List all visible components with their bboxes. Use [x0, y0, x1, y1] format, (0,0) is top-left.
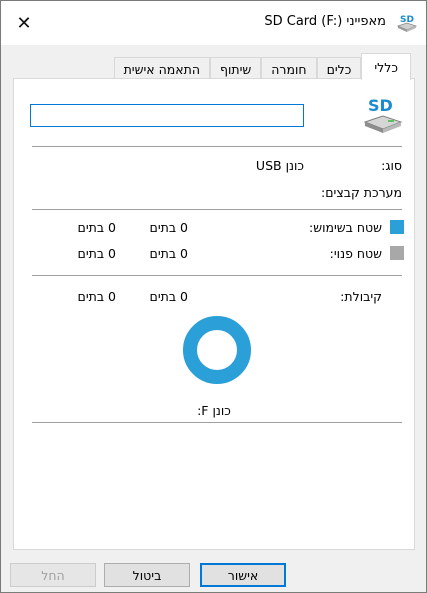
close-icon: ✕ — [16, 12, 32, 34]
apply-button[interactable]: החל — [10, 563, 96, 587]
tab-sharing[interactable]: שיתוף — [209, 57, 262, 80]
tab-tools-label: כלים — [326, 61, 352, 77]
used-space-label: שטח בשימוש: — [309, 220, 382, 235]
tab-general[interactable]: כללי — [361, 53, 411, 80]
capacity-label: קיבולת: — [340, 289, 382, 304]
used-space-bytes: 0 בתים — [149, 220, 188, 235]
general-panel: SD סוג: כונן USB מערכת קבצים: שטח בשימוש… — [13, 78, 415, 550]
window-title: מאפייני SD Card (F:) — [264, 14, 386, 29]
usage-donut-ring — [183, 316, 251, 384]
properties-window: ✕ מאפייני SD Card (F:) SD כללי כלים חומר… — [0, 0, 427, 593]
title-bar: ✕ מאפייני SD Card (F:) SD — [1, 1, 426, 45]
close-button[interactable]: ✕ — [1, 1, 47, 45]
free-space-label: שטח פנוי: — [329, 246, 382, 261]
tab-strip: כללי כלים חומרה שיתוף התאמה אישית — [91, 53, 411, 80]
capacity-bytes: 0 בתים — [149, 289, 188, 304]
filesystem-label: מערכת קבצים: — [321, 185, 402, 200]
tab-customize-label: התאמה אישית — [123, 61, 200, 77]
drive-label: כונן F: — [197, 403, 231, 418]
free-space-swatch — [390, 246, 404, 260]
type-value: כונן USB — [255, 158, 304, 173]
used-space-swatch — [390, 220, 404, 234]
usage-donut-chart — [183, 316, 251, 384]
tab-sharing-label: שיתוף — [219, 61, 252, 77]
type-label: סוג: — [381, 158, 402, 173]
separator — [32, 209, 402, 210]
capacity-size: 0 בתים — [77, 289, 116, 304]
free-space-size: 0 בתים — [77, 246, 116, 261]
ok-button[interactable]: אישור — [200, 563, 286, 587]
sd-card-icon: SD — [396, 15, 418, 32]
separator — [32, 275, 402, 276]
sd-card-icon: SD — [363, 96, 403, 133]
svg-text:SD: SD — [368, 96, 393, 115]
tab-hardware[interactable]: חומרה — [261, 57, 317, 80]
cancel-button[interactable]: ביטול — [104, 563, 190, 587]
drive-name-input[interactable] — [30, 104, 304, 127]
tab-hardware-label: חומרה — [271, 61, 307, 77]
separator — [32, 146, 402, 147]
separator — [32, 422, 402, 423]
tab-tools[interactable]: כלים — [316, 57, 362, 80]
free-space-bytes: 0 בתים — [149, 246, 188, 261]
used-space-size: 0 בתים — [77, 220, 116, 235]
tab-customize[interactable]: התאמה אישית — [113, 57, 210, 80]
tab-general-label: כללי — [374, 59, 398, 75]
